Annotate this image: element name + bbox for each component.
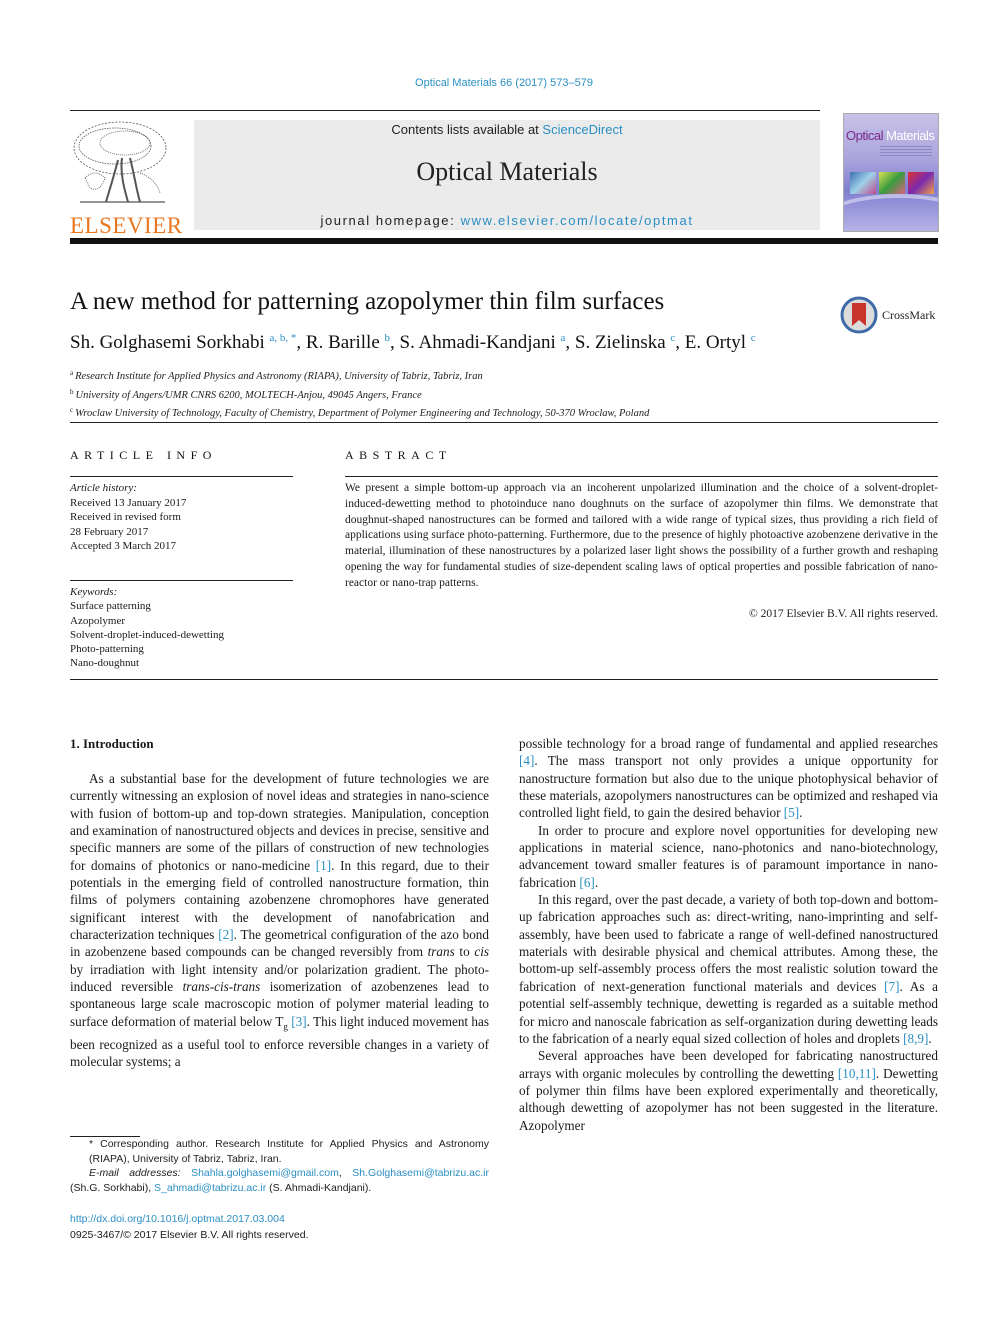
- abstract-text: We present a simple bottom-up approach v…: [345, 482, 938, 589]
- journal-cover-image[interactable]: Optical Materials: [843, 113, 939, 232]
- email-link[interactable]: Sh.Golghasemi@tabrizu.ac.ir: [352, 1167, 489, 1179]
- abstract-copyright: © 2017 Elsevier B.V. All rights reserved…: [749, 608, 938, 620]
- cover-subtitle-lines: [880, 146, 932, 156]
- citation-link[interactable]: [5]: [784, 805, 799, 820]
- citation-link[interactable]: [7]: [884, 979, 899, 994]
- article-title: A new method for patterning azopolymer t…: [70, 288, 665, 315]
- author-affil-marks[interactable]: c: [751, 332, 756, 344]
- citation-link[interactable]: [10,11]: [838, 1066, 876, 1081]
- citation-link[interactable]: [6]: [579, 875, 594, 890]
- abstract-heading: ABSTRACT: [345, 448, 452, 462]
- email-link[interactable]: Shahla.golghasemi@gmail.com: [191, 1167, 339, 1179]
- divider: [70, 679, 938, 680]
- header-rule: [70, 110, 820, 111]
- sciencedirect-link[interactable]: ScienceDirect: [542, 122, 622, 137]
- elsevier-tree-icon: [70, 118, 170, 208]
- history-item: Received 13 January 2017: [70, 496, 187, 509]
- footnote: * Corresponding author. Research Institu…: [70, 1137, 489, 1195]
- issn-copyright: 0925-3467/© 2017 Elsevier B.V. All right…: [70, 1229, 309, 1241]
- divider: [70, 422, 938, 423]
- author-name[interactable]: E. Ortyl: [685, 332, 746, 353]
- divider: [70, 476, 293, 477]
- citation-link[interactable]: [1]: [316, 858, 331, 873]
- author-affil-marks[interactable]: b: [385, 332, 391, 344]
- paragraph: Several approaches have been developed f…: [519, 1048, 938, 1133]
- author-list: Sh. Golghasemi Sorkhabi a, b, *, R. Bari…: [70, 332, 756, 353]
- history-item: Accepted 3 March 2017: [70, 540, 176, 552]
- keyword: Azopolymer: [70, 614, 125, 627]
- section-heading: 1. Introduction: [70, 736, 154, 751]
- author-affil-marks[interactable]: c: [670, 332, 675, 344]
- cover-title: Optical Materials: [846, 128, 935, 143]
- cover-images: [850, 172, 934, 194]
- paragraph: As a substantial base for the developmen…: [70, 771, 489, 1070]
- divider: [345, 476, 938, 477]
- citation-link[interactable]: [2]: [218, 927, 233, 942]
- doi-block: http://dx.doi.org/10.1016/j.optmat.2017.…: [70, 1211, 309, 1243]
- author-affil-marks[interactable]: a: [560, 332, 565, 344]
- author-name[interactable]: Sh. Golghasemi Sorkhabi: [70, 332, 265, 353]
- cover-swirl: [844, 194, 938, 231]
- paragraph: In this regard, over the past decade, a …: [519, 892, 939, 1046]
- journal-banner: Contents lists available at ScienceDirec…: [194, 120, 820, 230]
- body-column-right: possible technology for a broad range of…: [519, 735, 938, 1134]
- article-history: Article history: Received 13 January 201…: [70, 481, 186, 554]
- homepage-link[interactable]: www.elsevier.com/locate/optmat: [461, 213, 694, 228]
- elsevier-wordmark: ELSEVIER: [70, 213, 183, 238]
- elsevier-logo[interactable]: ELSEVIER: [70, 118, 182, 237]
- keywords-label: Keywords:: [70, 586, 118, 598]
- keyword: Surface patterning: [70, 600, 151, 613]
- history-label: Article history:: [70, 482, 137, 494]
- citation-link[interactable]: [8,9]: [903, 1031, 928, 1046]
- keyword: Solvent-droplet-induced-dewetting: [70, 628, 224, 641]
- author-name[interactable]: S. Ahmadi-Kandjani: [400, 332, 556, 353]
- email-link[interactable]: S_ahmadi@tabrizu.ac.ir: [154, 1182, 266, 1194]
- affiliation: a Research Institute for Applied Physics …: [70, 369, 483, 382]
- journal-title: Optical Materials: [416, 157, 598, 186]
- history-item: Received in revised form: [70, 511, 181, 523]
- crossmark-badge[interactable]: CrossMark: [840, 295, 940, 335]
- citation-link[interactable]: [4]: [519, 753, 534, 768]
- author-name[interactable]: R. Barille: [306, 332, 380, 353]
- journal-homepage: journal homepage: www.elsevier.com/locat…: [320, 213, 694, 228]
- keyword: Nano-doughnut: [70, 657, 140, 670]
- author-affil-marks[interactable]: a, b, *: [270, 332, 297, 344]
- affiliation: b University of Angers/UMR CNRS 6200, MOL…: [70, 387, 422, 401]
- corresponding-author-note: * Corresponding author. Research Institu…: [89, 1138, 489, 1165]
- crossmark-icon: [840, 296, 878, 334]
- affiliation: c Wroclaw University of Technology, Facul…: [70, 406, 650, 419]
- journal-citation-link[interactable]: Optical Materials 66 (2017) 573–579: [0, 77, 992, 89]
- divider: [70, 580, 293, 581]
- body-column-left: As a substantial base for the developmen…: [70, 770, 489, 1070]
- paragraph: possible technology for a broad range of…: [519, 736, 938, 821]
- affiliations: a Research Institute for Applied Physics …: [70, 366, 649, 422]
- doi-link[interactable]: http://dx.doi.org/10.1016/j.optmat.2017.…: [70, 1213, 285, 1225]
- keyword: Photo-patterning: [70, 643, 144, 656]
- author-name[interactable]: S. Zielinska: [575, 332, 666, 353]
- email-addresses: E-mail addresses: Shahla.golghasemi@gmai…: [70, 1167, 490, 1194]
- citation-link[interactable]: [3]: [291, 1014, 306, 1029]
- keywords: Keywords: Surface patterning Azopolymer …: [70, 585, 224, 671]
- contents-availability: Contents lists available at ScienceDirec…: [391, 122, 623, 137]
- article-info-heading: ARTICLE INFO: [70, 448, 217, 462]
- crossmark-label: CrossMark: [882, 307, 936, 322]
- header-thick-rule: [70, 238, 938, 244]
- history-item: 28 February 2017: [70, 525, 149, 538]
- paragraph: In order to procure and explore novel op…: [519, 822, 938, 890]
